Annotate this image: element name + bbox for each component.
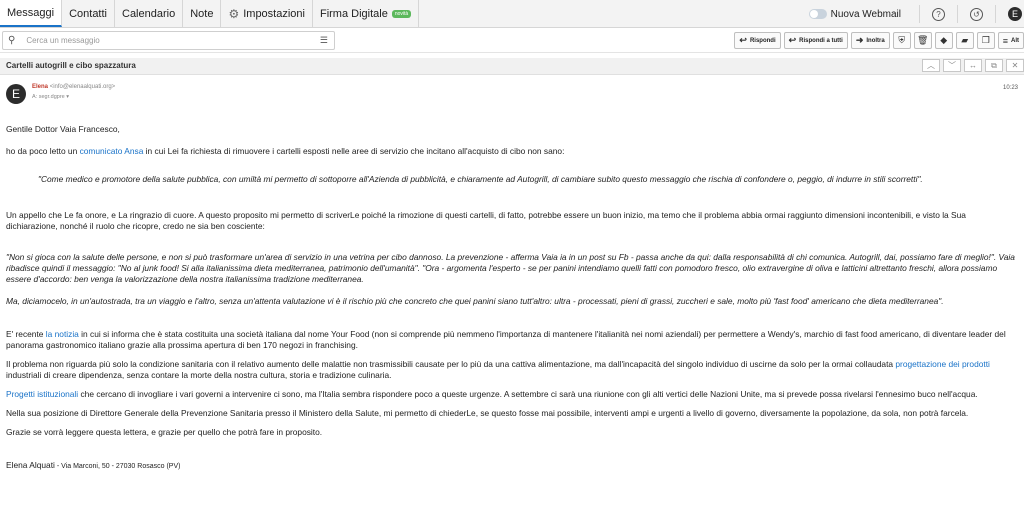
subject-bar: Cartelli autogrill e cibo spazzatura ︿ ﹀… (0, 58, 1024, 75)
tab-note[interactable]: Note (183, 0, 222, 27)
tab-impostazioni[interactable]: ⚙ Impostazioni (221, 0, 313, 27)
divider (995, 5, 996, 23)
message-body: Gentile Dottor Vaia Francesco, ho da poc… (6, 124, 1018, 472)
text: Il problema non riguarda più solo la con… (6, 359, 896, 369)
search-input[interactable]: ⚲ Cerca un messaggio ☰ (2, 31, 335, 50)
message-actions: ↩ Rispondi ↩ Rispondi a tutti ➜ Inoltra ⛨ 🗑… (734, 32, 1024, 49)
top-tabs-bar: Messaggi Contatti Calendario Note ⚙ Impos… (0, 0, 1024, 28)
nuova-webmail-label: Nuova Webmail (830, 8, 901, 20)
reply-label: Rispondi (749, 37, 776, 44)
tag-icon[interactable]: ◆ (934, 32, 953, 49)
paragraph: Un appello che Le fa onore, e La ringraz… (6, 210, 966, 231)
search-toolbar: ⚲ Cerca un messaggio ☰ ↩ Rispondi ↩ Rispon… (0, 29, 1024, 53)
signature-name: Elena Alquati (6, 460, 55, 470)
text: E' recente (6, 329, 46, 339)
link-comunicato[interactable]: comunicato Ansa (80, 146, 144, 156)
more-button[interactable]: ≡ Alt (997, 32, 1024, 49)
tab-label: Firma Digitale (319, 7, 388, 20)
menu-icon: ≡ (1002, 35, 1008, 46)
reply-button[interactable]: ↩ Rispondi (734, 32, 781, 49)
search-placeholder: Cerca un messaggio (26, 36, 100, 45)
quote: "Non si gioca con la salute delle person… (6, 252, 1015, 284)
tab-calendario[interactable]: Calendario (115, 0, 184, 27)
paragraph: Nella sua posizione di Direttore General… (6, 408, 969, 418)
close-icon[interactable]: ✕ (1006, 59, 1024, 72)
recipient[interactable]: A: segr.dgpre ▾ (32, 94, 69, 100)
history-icon[interactable]: ↺ (970, 7, 983, 21)
help-icon[interactable]: ? (932, 7, 945, 21)
reply-all-label: Rispondi a tutti (799, 37, 843, 44)
shield-icon[interactable]: ⛨ (892, 32, 911, 49)
divider (919, 5, 920, 23)
quote: Ma, diciamocelo, in un'autostrada, tra u… (6, 296, 944, 306)
expand-icon[interactable]: ↔ (964, 59, 982, 72)
signature: Elena Alquati - Via Marconi, 50 - 27030 … (6, 460, 1018, 472)
tab-label: Note (190, 7, 214, 20)
tab-label: Calendario (122, 7, 176, 20)
sender-avatar: E (6, 84, 26, 104)
paragraph: Progetti istituzionali che cercano di in… (6, 389, 1018, 400)
reply-icon: ↩ (739, 35, 747, 45)
forward-button[interactable]: ➜ Inoltra (850, 32, 890, 49)
paragraph: ho da poco letto un comunicato Ansa in c… (6, 146, 1018, 157)
user-avatar[interactable]: E (1008, 7, 1022, 21)
text: industriali di creare dipendenza, senza … (6, 370, 392, 380)
tab-label: Impostazioni (243, 7, 305, 20)
paragraph: Il problema non riguarda più solo la con… (6, 359, 1018, 381)
chevron-up-icon[interactable]: ︿ (922, 59, 940, 72)
trash-icon[interactable]: 🗑 (913, 32, 932, 49)
reply-all-icon: ↩ (788, 35, 797, 45)
sender: Elena <info@elenaalquati.org> (32, 84, 115, 90)
message-nav: ︿ ﹀ ↔ ⧉ ✕ (922, 59, 1024, 72)
tab-contatti[interactable]: Contatti (62, 0, 115, 27)
topbar-right: Nuova Webmail ? ↺ E (808, 0, 1024, 28)
popout-icon[interactable]: ⧉ (985, 59, 1003, 72)
tab-label: Messaggi (7, 6, 55, 19)
paragraph: Grazie se vorrà leggere questa lettera, … (6, 427, 323, 437)
link-notizia[interactable]: la notizia (46, 329, 79, 339)
divider (957, 5, 958, 23)
signature-address: - Via Marconi, 50 - 27030 Rosasco (PV) (54, 463, 181, 470)
link-progettazione[interactable]: progettazione dei prodotti (895, 359, 990, 369)
sender-name[interactable]: Elena (32, 84, 48, 90)
tab-label: Contatti (69, 7, 107, 20)
forward-label: Inoltra (866, 37, 885, 44)
text: che cercano di invogliare i vari governi… (78, 389, 978, 399)
tab-firma-digitale[interactable]: Firma Digitale novità (313, 0, 420, 27)
more-label: Alt (1011, 37, 1019, 44)
webmail-toggle[interactable] (808, 9, 827, 19)
message-subject: Cartelli autogrill e cibo spazzatura (6, 61, 136, 70)
forward-icon: ➜ (855, 35, 864, 45)
tab-messaggi[interactable]: Messaggi (0, 0, 63, 27)
copy-icon[interactable]: ❐ (976, 32, 995, 49)
new-badge: novità (391, 9, 412, 18)
link-progetti[interactable]: Progetti istituzionali (6, 389, 78, 399)
paragraph: E' recente la notizia in cui si informa … (6, 329, 1018, 351)
sender-email: <info@elenaalquati.org> (49, 84, 116, 90)
text: in cui Lei fa richiesta di rimuovere i c… (143, 146, 565, 156)
folder-icon[interactable]: ▰ (955, 32, 974, 49)
reply-all-button[interactable]: ↩ Rispondi a tutti (783, 32, 848, 49)
message-header: E Elena <info@elenaalquati.org> A: segr.… (0, 80, 1024, 108)
greeting: Gentile Dottor Vaia Francesco, (6, 124, 120, 134)
search-icon: ⚲ (8, 35, 16, 46)
message-time: 10:23 (1002, 85, 1018, 91)
gear-icon: ⚙ (228, 6, 240, 21)
filter-icon[interactable]: ☰ (320, 35, 328, 46)
quote: "Come medico e promotore della salute pu… (38, 174, 923, 184)
text: ho da poco letto un (6, 146, 80, 156)
chevron-down-icon[interactable]: ﹀ (943, 59, 961, 72)
text: in cui si informa che è stata costituita… (6, 329, 1006, 350)
